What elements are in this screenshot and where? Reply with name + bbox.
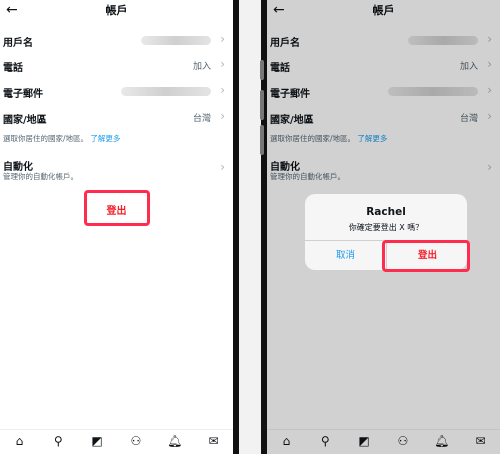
row-country[interactable]: 國家/地區 台灣 › — [0, 107, 233, 129]
cancel-button[interactable]: 取消 — [305, 247, 386, 261]
left-phone-screen: ← 帳戶 用戶名 › 電話 加入 › 電子郵件 › 國家/地區 台灣 › 選取你… — [0, 0, 233, 454]
chevron-right-icon: › — [220, 83, 225, 97]
row-label: 用戶名 — [3, 38, 33, 49]
automation-subtitle: 管理你的自動化帳戶。 — [3, 172, 78, 181]
chevron-right-icon: › — [220, 160, 225, 174]
dialog-message: 你確定要登出 X 嗎？ — [348, 223, 424, 232]
chevron-right-icon: › — [220, 109, 225, 123]
row-label: 電子郵件 — [3, 89, 43, 100]
highlight-box — [382, 240, 470, 272]
bottom-tab-bar: ⌂ ⚲ ◩ ⚇ 🔔︎ ✉ — [0, 429, 233, 454]
blurred-username — [141, 36, 211, 45]
country-hint: 選取你居住的國家/地區。 了解更多 — [3, 133, 120, 144]
row-email[interactable]: 電子郵件 › — [0, 81, 233, 103]
dialog-title: Rachel — [366, 206, 406, 218]
highlight-box — [84, 190, 150, 226]
blurred-email — [121, 87, 211, 96]
chevron-right-icon: › — [220, 57, 225, 71]
right-phone-screen: ← 帳戶 用戶名 › 電話 加入 › 電子郵件 › 國家/地區 台灣 › 選取你… — [267, 0, 500, 454]
row-value: 加入 — [192, 62, 211, 72]
home-icon[interactable]: ⌂ — [0, 430, 39, 454]
row-username[interactable]: 用戶名 › — [0, 30, 233, 52]
communities-icon[interactable]: ⚇ — [116, 430, 155, 454]
row-value: 台灣 — [192, 114, 211, 124]
row-phone[interactable]: 電話 加入 › — [0, 55, 233, 77]
search-icon[interactable]: ⚲ — [39, 430, 78, 454]
messages-icon[interactable]: ✉ — [194, 430, 233, 454]
learn-more-link[interactable]: 了解更多 — [90, 134, 120, 143]
notifications-icon[interactable]: 🔔︎ — [155, 430, 194, 454]
country-hint-text: 選取你居住的國家/地區。 — [3, 134, 89, 143]
device-frame — [233, 0, 267, 454]
page-title: 帳戶 — [105, 4, 128, 17]
row-label: 國家/地區 — [3, 115, 47, 126]
grok-icon[interactable]: ◩ — [78, 430, 117, 454]
chevron-right-icon: › — [220, 32, 225, 46]
header: ← 帳戶 — [0, 0, 233, 22]
row-label: 電話 — [3, 63, 23, 74]
